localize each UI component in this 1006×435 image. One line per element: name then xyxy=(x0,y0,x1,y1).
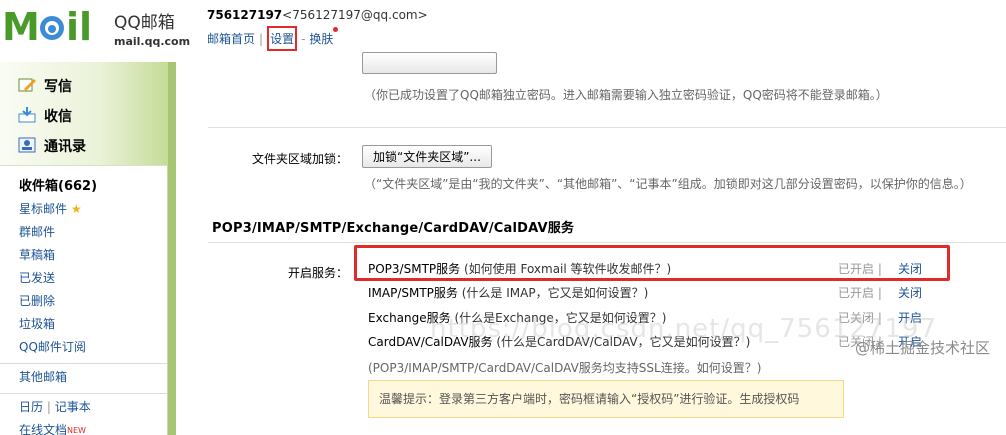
service-status: 已开启 | xyxy=(838,262,882,276)
tools-row: 日历 | 记事本 xyxy=(19,400,91,414)
services-label: 开启服务： xyxy=(287,266,348,280)
svg-text:il: il xyxy=(66,5,92,48)
section-divider xyxy=(208,242,1006,243)
folder-sent[interactable]: 已发送 xyxy=(0,267,167,290)
set-password-button[interactable] xyxy=(362,52,497,74)
sidebar-divider xyxy=(0,363,167,364)
folder-other-mailboxes[interactable]: 其他邮箱 xyxy=(0,366,167,389)
service-name: IMAP/SMTP服务 xyxy=(368,286,458,300)
service-name: POP3/SMTP服务 xyxy=(368,262,461,276)
receive-label: 收信 xyxy=(44,109,72,125)
contacts-icon xyxy=(18,137,36,153)
section-title: POP3/IMAP/SMTP/Exchange/CardDAV/CalDAV服务 xyxy=(212,221,575,236)
calendar-link[interactable]: 日历 xyxy=(19,400,43,414)
top-links: 邮箱首页 | 设置 - 换肤 xyxy=(207,26,339,51)
ssl-note[interactable]: (POP3/IMAP/SMTP/CardDAV/CalDAV服务均支持SSL连接… xyxy=(368,359,761,376)
settings-link[interactable]: 设置 xyxy=(267,26,298,51)
logo-subtitle: QQ邮箱 mail.qq.com xyxy=(114,8,190,48)
receive-icon xyxy=(18,107,36,123)
divider xyxy=(208,127,1006,128)
compose-icon xyxy=(18,78,36,92)
folder-deleted[interactable]: 已删除 xyxy=(0,290,167,313)
account-id: 756127197 xyxy=(207,8,283,22)
folder-starred-label: 星标邮件 xyxy=(19,202,68,216)
notice-box: 温馨提示：登录第三方客户端时，密码框请输入“授权码”进行验证。生成授权码 xyxy=(368,380,844,418)
header: M il QQ邮箱 mail.qq.com 756127197<75612719… xyxy=(0,0,1006,62)
folder-inbox[interactable]: 收件箱(662) xyxy=(0,175,167,198)
settings-panel: （你已成功设置了QQ邮箱独立密码。进入邮箱需要输入独立密码验证，QQ密码将不能登… xyxy=(176,52,1006,435)
new-badge: NEW xyxy=(67,426,86,435)
star-icon: ★ xyxy=(70,202,82,216)
folder-lock-button[interactable]: 加锁“文件夹区域”... xyxy=(362,145,492,168)
folder-drafts[interactable]: 草稿箱 xyxy=(0,244,167,267)
sidebar-actions: 写信 收信 通讯录 xyxy=(0,62,167,166)
compose-label: 写信 xyxy=(44,79,72,95)
password-hint: （你已成功设置了QQ邮箱独立密码。进入邮箱需要输入独立密码验证，QQ密码将不能登… xyxy=(364,88,888,102)
sidebar: 写信 收信 通讯录 收件箱(662) 星标邮件 ★ 群邮件 草稿箱 已发送 已删… xyxy=(0,62,168,435)
service-help-link[interactable]: (什么是 IMAP，它又是如何设置？) xyxy=(462,286,649,300)
online-docs-row: 在线文档NEW xyxy=(0,419,167,435)
account-info: 756127197<756127197@qq.com> xyxy=(207,8,428,22)
folder-spam[interactable]: 垃圾箱 xyxy=(0,313,167,336)
folder-lock-label: 文件夹区域加锁： xyxy=(251,152,348,166)
svg-text:M: M xyxy=(2,5,40,48)
contacts-label: 通讯录 xyxy=(44,139,86,155)
home-link[interactable]: 邮箱首页 xyxy=(207,32,255,46)
folder-subscriptions[interactable]: QQ邮件订阅 xyxy=(0,336,167,359)
receive-button[interactable]: 收信 xyxy=(0,102,167,132)
service-status: 已开启 | xyxy=(838,286,882,300)
folder-list: 收件箱(662) 星标邮件 ★ 群邮件 草稿箱 已发送 已删除 垃圾箱 QQ邮件… xyxy=(0,166,167,435)
account-email: <756127197@qq.com> xyxy=(282,8,428,22)
folder-group[interactable]: 群邮件 xyxy=(0,221,167,244)
folder-lock-hint: （“文件夹区域”是由“我的文件夹”、“其他邮箱”、“记事本”组成。加锁即对这几部… xyxy=(364,177,972,191)
qq-mail-logo[interactable]: M il xyxy=(2,4,110,48)
service-help-link[interactable]: (如何使用 Foxmail 等软件收发邮件？) xyxy=(464,262,671,276)
notification-dot xyxy=(333,27,339,32)
sidebar-divider xyxy=(0,393,167,394)
folder-starred[interactable]: 星标邮件 ★ xyxy=(0,198,167,221)
skin-link[interactable]: 换肤 xyxy=(309,32,333,46)
settings-content: （你已成功设置了QQ邮箱独立密码。进入邮箱需要输入独立密码验证，QQ密码将不能登… xyxy=(182,52,1006,435)
contacts-button[interactable]: 通讯录 xyxy=(0,132,167,162)
service-row-imap: IMAP/SMTP服务 (什么是 IMAP，它又是如何设置？) 已开启 | 关闭 xyxy=(368,281,948,305)
watermark: @稀土掘金技术社区 xyxy=(854,339,990,357)
notes-link[interactable]: 记事本 xyxy=(55,400,91,414)
notice-text: 温馨提示：登录第三方客户端时，密码框请输入“授权码”进行验证。生成授权码 xyxy=(379,392,800,406)
service-row-pop3: POP3/SMTP服务 (如何使用 Foxmail 等软件收发邮件？) 已开启 … xyxy=(368,257,948,281)
online-docs-link[interactable]: 在线文档 xyxy=(19,423,67,435)
product-name: QQ邮箱 xyxy=(114,13,175,33)
service-toggle[interactable]: 关闭 xyxy=(898,257,922,281)
product-domain: mail.qq.com xyxy=(114,35,191,48)
compose-button[interactable]: 写信 xyxy=(0,72,167,102)
service-toggle[interactable]: 关闭 xyxy=(898,281,922,305)
